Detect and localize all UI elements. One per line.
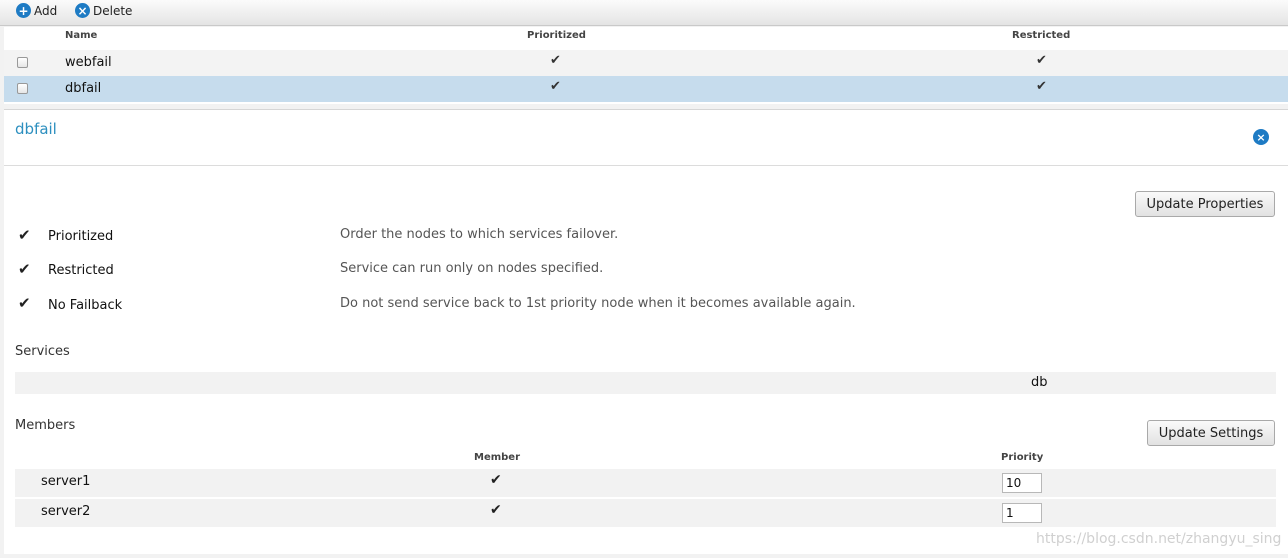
member-name: server2 [41, 504, 91, 519]
service-name: db [1031, 375, 1048, 390]
table-row-selected[interactable]: dbfail ✔ ✔ [4, 76, 1288, 102]
services-row: db [15, 372, 1276, 394]
member-name: server1 [41, 474, 91, 489]
column-header-prioritized: Prioritized [527, 30, 586, 41]
update-properties-button[interactable]: Update Properties [1135, 191, 1275, 217]
detail-title: dbfail [15, 120, 57, 138]
priority-input[interactable] [1002, 503, 1042, 523]
delete-button[interactable]: × Delete [75, 3, 132, 18]
row-name: webfail [65, 55, 112, 70]
column-header-name: Name [65, 30, 98, 41]
restricted-description: Service can run only on nodes specified. [340, 261, 604, 276]
check-icon: ✔ [1036, 53, 1047, 68]
row-checkbox[interactable] [17, 83, 28, 94]
column-header-restricted: Restricted [1012, 30, 1071, 41]
watermark: https://blog.csdn.net/zhangyu_sing [1036, 531, 1282, 547]
no-failback-label: No Failback [48, 298, 123, 313]
no-failback-description: Do not send service back to 1st priority… [340, 296, 856, 311]
member-row: server1 ✔ [15, 469, 1276, 497]
member-row: server2 ✔ [15, 499, 1276, 527]
member-checkbox[interactable]: ✔ [490, 472, 502, 488]
prioritized-description: Order the nodes to which services failov… [340, 227, 619, 242]
services-label: Services [15, 344, 70, 359]
prioritized-checkbox[interactable]: ✔ [18, 226, 31, 244]
toolbar: + Add × Delete [0, 0, 1288, 26]
add-label: Add [34, 3, 58, 18]
check-icon: ✔ [550, 79, 561, 94]
members-label: Members [15, 418, 76, 433]
row-checkbox[interactable] [17, 57, 28, 68]
delete-label: Delete [93, 3, 133, 18]
add-button[interactable]: + Add [16, 3, 57, 18]
divider [4, 165, 1288, 166]
priority-input[interactable] [1002, 473, 1042, 493]
column-header-priority: Priority [1001, 452, 1044, 463]
check-icon: ✔ [550, 53, 561, 68]
close-icon[interactable]: × [1253, 129, 1269, 145]
detail-panel: dbfail × Update Properties ✔ Prioritized… [4, 109, 1288, 554]
plus-icon: + [16, 3, 31, 18]
column-header-member: Member [474, 452, 521, 463]
row-name: dbfail [65, 81, 102, 96]
member-checkbox[interactable]: ✔ [490, 502, 502, 518]
table-row[interactable]: webfail ✔ ✔ [4, 50, 1288, 76]
restricted-label: Restricted [48, 263, 114, 278]
prioritized-label: Prioritized [48, 229, 114, 244]
no-failback-checkbox[interactable]: ✔ [18, 294, 31, 312]
close-icon: × [75, 3, 90, 18]
check-icon: ✔ [1036, 79, 1047, 94]
failover-domain-table: Name Prioritized Restricted webfail ✔ ✔ … [4, 27, 1288, 104]
restricted-checkbox[interactable]: ✔ [18, 260, 31, 278]
update-settings-button[interactable]: Update Settings [1147, 420, 1275, 446]
